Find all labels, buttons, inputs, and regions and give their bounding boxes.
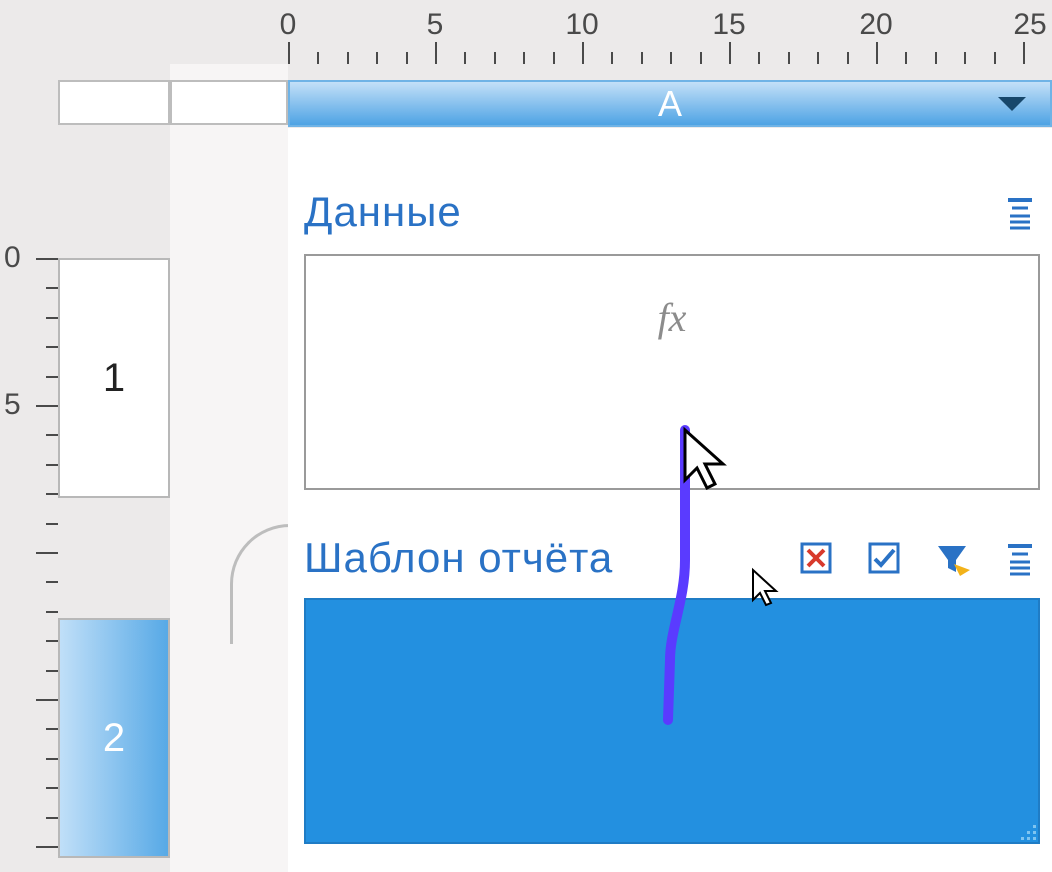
h-ruler-label: 10 xyxy=(565,8,598,42)
h-ruler-label: 5 xyxy=(427,8,444,42)
horizontal-ruler: 0 5 10 15 20 25 xyxy=(0,0,1052,64)
check-icon[interactable] xyxy=(864,538,904,578)
expand-icon[interactable] xyxy=(1000,192,1040,232)
column-dropdown-icon[interactable] xyxy=(998,97,1026,111)
data-section-header: Данные xyxy=(304,188,1040,236)
column-header-a[interactable]: A xyxy=(288,80,1052,127)
bracket-trace xyxy=(230,524,290,644)
row-header-1[interactable]: 1 xyxy=(58,258,170,498)
delete-icon[interactable] xyxy=(796,538,836,578)
v-ruler-ticks xyxy=(36,258,58,872)
vertical-ruler: 0 5 xyxy=(0,0,58,872)
filter-icon[interactable] xyxy=(932,538,972,578)
resize-handle-icon[interactable] xyxy=(1018,822,1038,842)
corner-cell[interactable] xyxy=(58,80,170,125)
data-formula-box[interactable]: fx xyxy=(304,254,1040,490)
column-header-label: A xyxy=(658,83,682,125)
stub-top-cell[interactable] xyxy=(170,80,288,125)
data-section-title: Данные xyxy=(304,188,462,236)
h-ruler-ticks xyxy=(288,42,1052,64)
template-section-header: Шаблон отчёта xyxy=(304,534,1040,582)
row-header-label: 1 xyxy=(103,356,125,401)
template-box[interactable] xyxy=(304,598,1040,844)
h-ruler-label: 0 xyxy=(280,8,297,42)
row-header-2[interactable]: 2 xyxy=(58,618,170,858)
stub-column xyxy=(170,64,288,872)
formula-placeholder: fx xyxy=(658,294,687,341)
v-ruler-label: 0 xyxy=(4,241,21,275)
expand-icon[interactable] xyxy=(1000,538,1040,578)
row-header-label: 2 xyxy=(103,716,125,761)
v-ruler-label: 5 xyxy=(4,388,21,422)
h-ruler-label: 20 xyxy=(859,8,892,42)
h-ruler-label: 15 xyxy=(712,8,745,42)
h-ruler-label: 25 xyxy=(1013,8,1046,42)
main-panel: Данные fx Шаблон отчёта xyxy=(288,128,1052,872)
template-section-title: Шаблон отчёта xyxy=(304,534,613,582)
